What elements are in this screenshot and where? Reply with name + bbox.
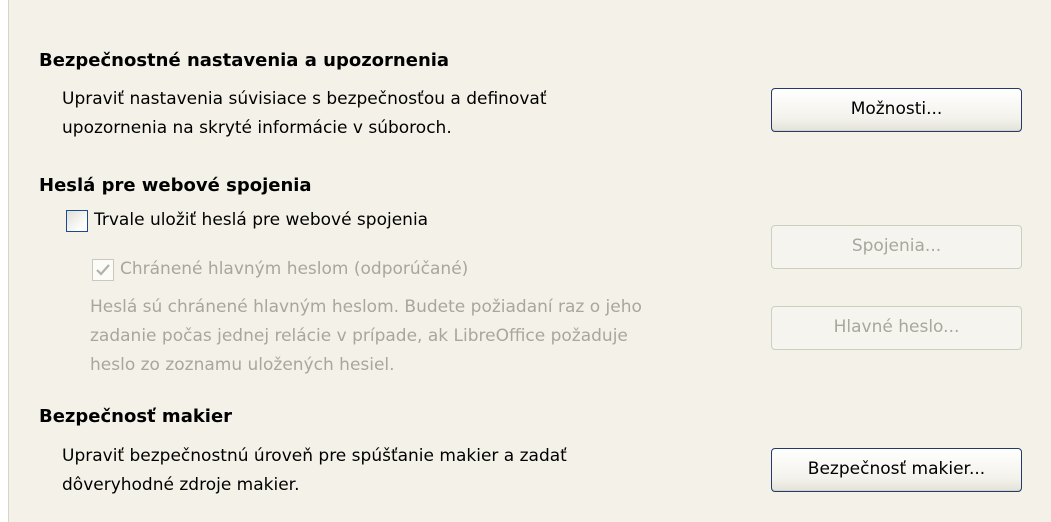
master-password-info-line2: zadanie počas jednej relácie v prípade, … <box>90 326 628 346</box>
macro-security-description-line1: Upraviť bezpečnostnú úroveň pre spúšťani… <box>62 446 567 466</box>
master-password-info-line1: Heslá sú chránené hlavným heslom. Budete… <box>90 297 642 317</box>
persist-passwords-checkbox[interactable] <box>66 210 88 232</box>
macro-security-heading: Bezpečnosť makier <box>39 406 233 427</box>
master-password-info-line3: heslo zo zoznamu uložených hesiel. <box>90 355 395 375</box>
macro-security-button[interactable]: Bezpečnosť makier... <box>771 448 1022 492</box>
master-password-button: Hlavné heslo... <box>771 306 1022 350</box>
security-options-panel: Bezpečnostné nastavenia a upozornenia Up… <box>8 0 1051 522</box>
connections-button: Spojenia... <box>771 225 1022 269</box>
security-options-description-line1: Upraviť nastavenia súvisiace s bezpečnos… <box>62 89 547 109</box>
macro-security-description-line2: dôveryhodné zdroje makier. <box>62 475 300 495</box>
security-options-description-line2: upozornenia na skryté informácie v súbor… <box>62 118 452 138</box>
master-password-label: Chránené hlavným heslom (odporúčané) <box>120 259 469 279</box>
checkmark-icon <box>96 264 110 276</box>
web-passwords-heading: Heslá pre webové spojenia <box>39 175 312 196</box>
options-button[interactable]: Možnosti... <box>771 88 1022 132</box>
persist-passwords-label[interactable]: Trvale uložiť heslá pre webové spojenia <box>94 206 428 235</box>
master-password-checkbox <box>92 259 114 281</box>
security-options-heading: Bezpečnostné nastavenia a upozornenia <box>39 50 450 71</box>
